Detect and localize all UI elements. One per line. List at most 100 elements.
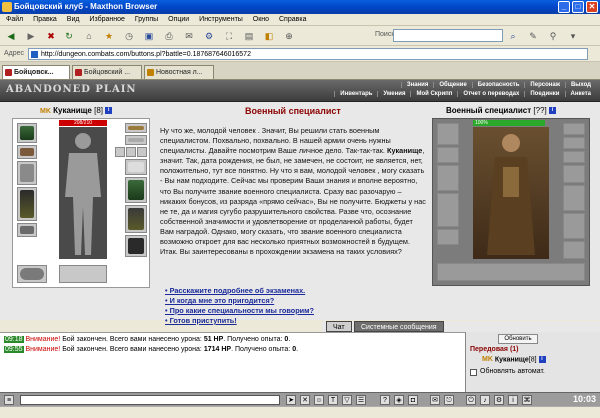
fullscreen-icon[interactable]: ⛶ bbox=[222, 29, 236, 43]
groups-icon[interactable]: ▣ bbox=[142, 29, 156, 43]
option-when-useful[interactable]: • И когда мне это пригодится? bbox=[165, 296, 425, 306]
refresh-icon[interactable]: ↻ bbox=[62, 29, 76, 43]
option-which-specialties[interactable]: • Про какие специальности мы говорим? bbox=[165, 306, 425, 316]
option-exam-details[interactable]: • Расскажите подробнее об экзаменах. bbox=[165, 286, 425, 296]
message-time: 09:18 bbox=[4, 336, 24, 343]
location-player[interactable]: MK Куканище[8] i bbox=[482, 356, 546, 363]
search-input[interactable] bbox=[393, 29, 503, 42]
npc-dialog-title: Военный специалист bbox=[245, 106, 341, 116]
url-field[interactable]: http://dungeon.combats.com/buttons.pl?ba… bbox=[28, 48, 588, 60]
earring-slot[interactable] bbox=[125, 123, 147, 133]
options-icon[interactable]: ▾ bbox=[566, 29, 580, 43]
menu-view[interactable]: Вид bbox=[67, 16, 80, 23]
nav-inventory[interactable]: Инвентарь bbox=[334, 91, 377, 97]
pocket-slots[interactable] bbox=[59, 265, 107, 283]
settings-icon[interactable]: ⚙ bbox=[494, 395, 504, 405]
shield-slot[interactable] bbox=[125, 177, 147, 203]
nav-skills[interactable]: Умения bbox=[377, 91, 410, 97]
location-name: Передовая (1) bbox=[470, 346, 519, 353]
shield-icon bbox=[128, 180, 144, 200]
bag-icon[interactable]: ◘ bbox=[408, 395, 418, 405]
nav-my-script[interactable]: Мой Скрипп bbox=[410, 91, 457, 97]
auto-refresh-checkbox[interactable] bbox=[470, 369, 477, 376]
tab-combats-2[interactable]: Бойцовский ... bbox=[72, 65, 142, 79]
nav-transfer-report[interactable]: Отчет о переводах bbox=[457, 91, 524, 97]
clear-icon[interactable]: ✕ bbox=[300, 395, 310, 405]
tab-chat[interactable]: Чат bbox=[326, 321, 352, 332]
search-go-icon[interactable]: ⌕ bbox=[506, 29, 520, 43]
amulet-slot[interactable] bbox=[125, 135, 147, 145]
menu-groups[interactable]: Группы bbox=[135, 16, 158, 23]
history-icon[interactable]: ◷ bbox=[122, 29, 136, 43]
belt-slot[interactable] bbox=[17, 223, 37, 237]
mail-icon[interactable]: ✉ bbox=[182, 29, 196, 43]
translit-icon[interactable]: T bbox=[328, 395, 338, 405]
tab-news[interactable]: Новостная л... bbox=[144, 65, 214, 79]
music-icon[interactable]: ♪ bbox=[480, 395, 490, 405]
nav-knowledge[interactable]: Знания bbox=[400, 82, 434, 88]
player-info-icon[interactable]: i bbox=[105, 107, 113, 115]
ring-slot-1[interactable] bbox=[115, 147, 125, 157]
tab-system-messages[interactable]: Системные сообщения bbox=[354, 321, 444, 332]
player-name-line: MK Куканище [8] i bbox=[40, 106, 113, 115]
zoom-icon[interactable]: ⊕ bbox=[282, 29, 296, 43]
scroll-icon[interactable]: ✉ bbox=[430, 395, 440, 405]
exit-icon[interactable]: ⎋ bbox=[444, 395, 454, 405]
nav-security[interactable]: Безопасность bbox=[471, 82, 525, 88]
menu-file[interactable]: Файл bbox=[6, 16, 23, 23]
maximize-button[interactable]: □ bbox=[572, 1, 584, 13]
close-button[interactable]: ✕ bbox=[586, 1, 598, 13]
back-arrow-icon[interactable]: ◀ bbox=[4, 29, 18, 43]
home-icon[interactable]: ⌂ bbox=[82, 29, 96, 43]
belt-bottom-slot[interactable] bbox=[17, 265, 47, 283]
nav-communication[interactable]: Общение bbox=[433, 82, 471, 88]
clan-emblem-icon[interactable]: MK bbox=[40, 108, 51, 115]
refresh-button[interactable]: Обновить bbox=[498, 334, 538, 344]
ring-slot-2[interactable] bbox=[126, 147, 136, 157]
tab-strip: Бойцовск... Бойцовский ... Новостная л..… bbox=[0, 62, 600, 80]
gloves-slot[interactable] bbox=[125, 159, 147, 175]
filter-icon[interactable]: ▽ bbox=[342, 395, 352, 405]
power-icon[interactable]: ⏻ bbox=[466, 395, 476, 405]
bracer-slot[interactable] bbox=[17, 145, 37, 159]
nav-exit[interactable]: Выход bbox=[564, 82, 596, 88]
ring-slot-3[interactable] bbox=[137, 147, 147, 157]
nav-character[interactable]: Персонаж bbox=[524, 82, 565, 88]
send-icon[interactable]: ➤ bbox=[286, 395, 296, 405]
forward-arrow-icon[interactable]: ▶ bbox=[24, 29, 38, 43]
tab-combats-1[interactable]: Бойцовск... bbox=[2, 65, 70, 79]
quest-icon[interactable]: ? bbox=[380, 395, 390, 405]
menu-tools[interactable]: Инструменты bbox=[199, 16, 243, 23]
armor-slot[interactable] bbox=[17, 187, 37, 221]
menu-options[interactable]: Опции bbox=[168, 16, 189, 23]
print-icon[interactable]: ⎙ bbox=[162, 29, 176, 43]
legs-slot[interactable] bbox=[125, 205, 147, 233]
menu-window[interactable]: Окно bbox=[253, 16, 269, 23]
boots-slot[interactable] bbox=[125, 235, 147, 257]
chat-input[interactable] bbox=[20, 395, 280, 405]
smiles-icon[interactable]: ☺ bbox=[314, 395, 324, 405]
menu-help[interactable]: Справка bbox=[279, 16, 306, 23]
lock-icon[interactable]: ⌘ bbox=[522, 395, 532, 405]
contacts-icon[interactable]: ☰ bbox=[356, 395, 366, 405]
menu-favorites[interactable]: Избранное bbox=[89, 16, 124, 23]
map-icon[interactable]: ◈ bbox=[394, 395, 404, 405]
weapon-slot[interactable] bbox=[17, 161, 37, 185]
chat-menu-icon[interactable]: ≡ bbox=[4, 395, 14, 405]
favorites-icon[interactable]: ★ bbox=[102, 29, 116, 43]
helmet-slot[interactable] bbox=[17, 123, 37, 143]
find-icon[interactable]: ⚲ bbox=[546, 29, 560, 43]
minimize-button[interactable]: _ bbox=[558, 1, 570, 13]
menu-edit[interactable]: Правка bbox=[33, 16, 57, 23]
player-info-icon[interactable]: i bbox=[538, 356, 546, 363]
tools-icon[interactable]: ⚙ bbox=[202, 29, 216, 43]
help-icon[interactable]: i bbox=[508, 395, 518, 405]
site-icon bbox=[5, 69, 12, 76]
popup-icon[interactable]: ▤ bbox=[242, 29, 256, 43]
nav-profile[interactable]: Анкета bbox=[564, 91, 597, 97]
nav-fights[interactable]: Поединки bbox=[524, 91, 564, 97]
highlight-icon[interactable]: ✎ bbox=[526, 29, 540, 43]
npc-info-icon[interactable]: i bbox=[548, 107, 556, 115]
stop-icon[interactable]: ✖ bbox=[44, 29, 58, 43]
sidebar-icon[interactable]: ◧ bbox=[262, 29, 276, 43]
